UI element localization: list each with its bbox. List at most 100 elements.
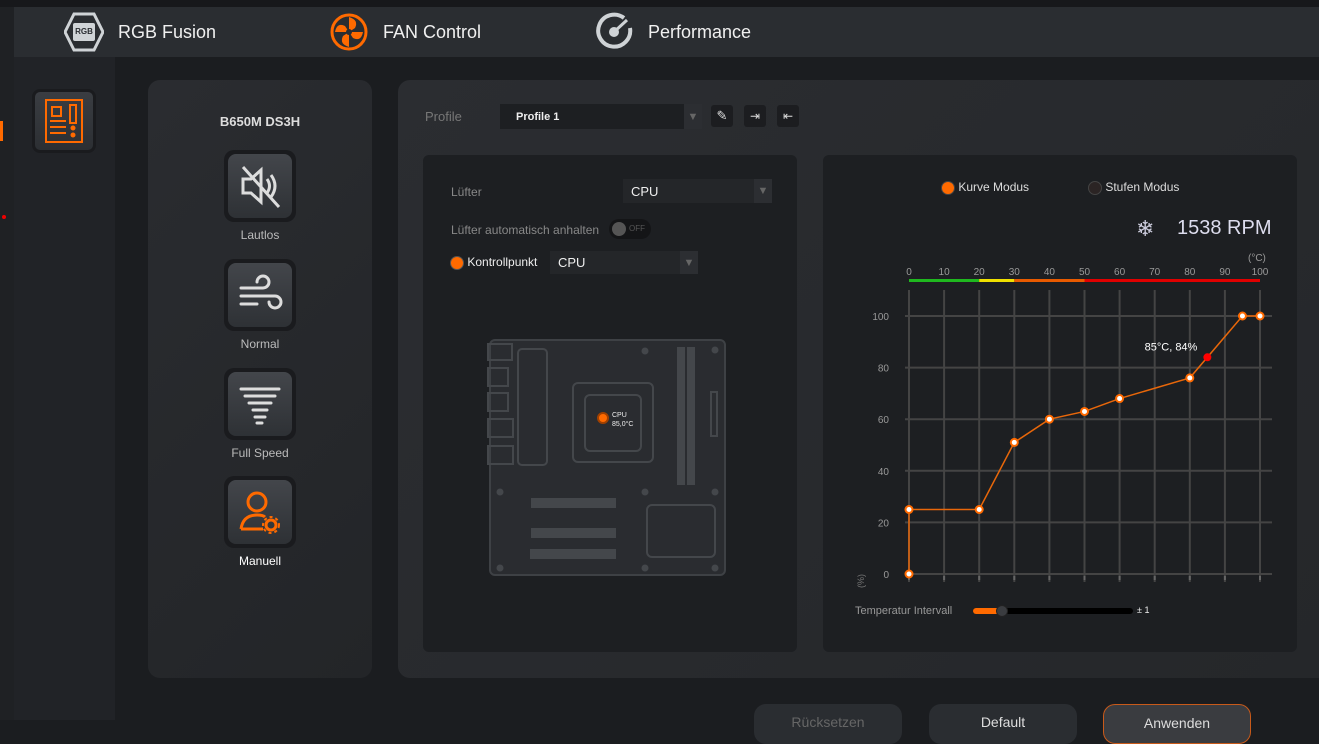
fan-curve-card: Kurve Modus Stufen Modus ❄ 1538 RPM 0 10 2… (823, 155, 1297, 652)
edit-profile-button[interactable]: ✎ (711, 105, 733, 127)
fan-settings-panel: Profile Profile 1 ▼ ✎ ⇥ ⇤ Lüfter CPU ▼ Lüf… (398, 80, 1319, 678)
profile-label: Profile (425, 109, 462, 124)
edge-indicator (0, 121, 3, 141)
step-mode-radio[interactable]: Stufen Modus (1088, 180, 1179, 195)
x-tick-mark (1188, 576, 1191, 580)
nav-label: FAN Control (383, 21, 482, 42)
auto-stop-toggle[interactable]: OFF (609, 219, 651, 239)
motherboard-icon (45, 99, 83, 143)
x-tick-label: 20 (974, 267, 986, 278)
curve-point[interactable] (1009, 437, 1019, 447)
temperature-color-bar-segment (909, 279, 980, 282)
x-tick-mark (943, 576, 946, 580)
curve-point[interactable] (904, 505, 914, 514)
motherboard-device-button[interactable] (32, 89, 96, 153)
edge-dot (2, 215, 6, 219)
x-axis-unit: (°C) (1248, 253, 1266, 264)
x-tick-label: 60 (1114, 267, 1126, 278)
y-axis-unit: (%) (856, 574, 866, 588)
interval-label: Temperatur Intervall (855, 605, 953, 617)
curve-point[interactable] (1080, 406, 1089, 416)
nav-performance[interactable]: Performance (594, 7, 751, 57)
fan-config-card: Lüfter CPU ▼ Lüfter automatisch anhalten … (423, 155, 797, 652)
mode-full-speed-button[interactable] (224, 368, 296, 440)
x-tick-mark (1153, 576, 1156, 580)
slider-handle[interactable] (995, 605, 1008, 617)
x-tick-mark (978, 576, 981, 580)
curve-point[interactable] (904, 569, 914, 579)
nav-rgb-fusion[interactable]: RGB RGB Fusion (64, 7, 216, 57)
profile-value: Profile 1 (516, 110, 560, 123)
curve-point[interactable] (1185, 373, 1195, 383)
mode-label: Full Speed (231, 446, 289, 460)
x-tick-label: 10 (939, 267, 951, 278)
nav-fan-control[interactable]: FAN Control (329, 7, 481, 57)
auto-stop-label: Lüfter automatisch anhalten (451, 223, 600, 237)
x-tick-mark (1013, 576, 1016, 580)
x-tick-label: 90 (1219, 267, 1231, 278)
tornado-icon (239, 387, 281, 425)
x-tick-label: 70 (1149, 267, 1161, 278)
nav-label: Performance (648, 21, 752, 42)
svg-text:RGB: RGB (75, 27, 93, 36)
mode-label: Lautlos (240, 228, 280, 242)
wind-icon (239, 274, 283, 310)
rpm-readout: 1538 RPM (1177, 217, 1272, 239)
default-button[interactable]: Default (929, 704, 1077, 744)
fan-value: CPU (631, 183, 659, 199)
x-tick-mark (1259, 576, 1261, 580)
y-tick-label: 80 (878, 364, 890, 375)
cpu-sensor-dot[interactable] (597, 412, 609, 424)
mode-manuell-button[interactable] (224, 476, 296, 548)
y-tick-label: 60 (878, 415, 890, 426)
fan-label: Lüfter (451, 185, 482, 199)
fan-select[interactable]: CPU ▼ (623, 179, 772, 203)
top-nav-bar: RGB RGB Fusion FAN Control Performance (14, 7, 1319, 57)
cpu-temp: 85,0°C (612, 420, 633, 428)
fan-curve-chart[interactable]: 0 10 20 30 40 50 60 70 80 90 100 0 20 40 60 80 100 (°C) (%… (823, 245, 1297, 605)
curve-point[interactable] (1044, 414, 1054, 424)
current-point-label: 85°C, 84% (1145, 341, 1198, 353)
chevron-down-icon: ▼ (680, 251, 698, 274)
left-edge-strip (0, 7, 14, 720)
user-gear-icon (239, 491, 280, 534)
mode-panel: B650M DS3H Lautlos Normal Full Speed Man… (148, 80, 372, 678)
temperature-color-bar-segment (1014, 279, 1085, 282)
y-tick-label: 40 (878, 467, 890, 478)
curve-mode-radio[interactable]: Kurve Modus (941, 180, 1029, 195)
temperature-color-bar-segment (1084, 279, 1260, 282)
curve-mode-label: Kurve Modus (958, 180, 1030, 194)
curve-point[interactable] (1115, 394, 1125, 404)
x-tick-mark (1223, 576, 1226, 580)
mode-normal-button[interactable] (224, 259, 296, 331)
interval-slider[interactable] (973, 605, 1133, 617)
rgb-fusion-logo: RGB (64, 12, 104, 52)
x-tick-mark (1118, 576, 1121, 580)
nav-label: RGB Fusion (118, 21, 217, 42)
control-point-select[interactable]: CPU ▼ (550, 251, 698, 274)
import-profile-button[interactable]: ⇤ (777, 105, 799, 127)
board-name: B650M DS3H (219, 114, 301, 129)
temperature-color-bar-segment (979, 279, 1015, 282)
gauge-icon (596, 12, 633, 49)
radio-selected-icon (941, 180, 955, 195)
chevron-down-icon: ▼ (754, 179, 772, 203)
x-tick-label: 0 (906, 267, 912, 278)
mode-label: Manuell (238, 554, 282, 568)
radio-selected-icon (450, 255, 464, 270)
curve-point[interactable] (974, 505, 984, 514)
interval-value: ± 1 (1137, 605, 1150, 615)
reset-button[interactable]: Rücksetzen (754, 704, 902, 744)
control-point-value: CPU (558, 255, 586, 270)
control-point-radio[interactable]: Kontrollpunkt (450, 255, 537, 270)
toggle-knob (612, 222, 626, 236)
curve-point[interactable] (1255, 311, 1265, 321)
x-tick-label: 30 (1009, 267, 1021, 278)
profile-select[interactable]: Profile 1 ▼ (500, 104, 702, 129)
device-sidebar (14, 57, 115, 720)
mode-lautlos-button[interactable] (224, 150, 296, 222)
curve-point[interactable] (1237, 311, 1247, 321)
export-profile-button[interactable]: ⇥ (744, 105, 766, 127)
apply-button[interactable]: Anwenden (1103, 704, 1251, 744)
x-tick-label: 80 (1184, 267, 1196, 278)
